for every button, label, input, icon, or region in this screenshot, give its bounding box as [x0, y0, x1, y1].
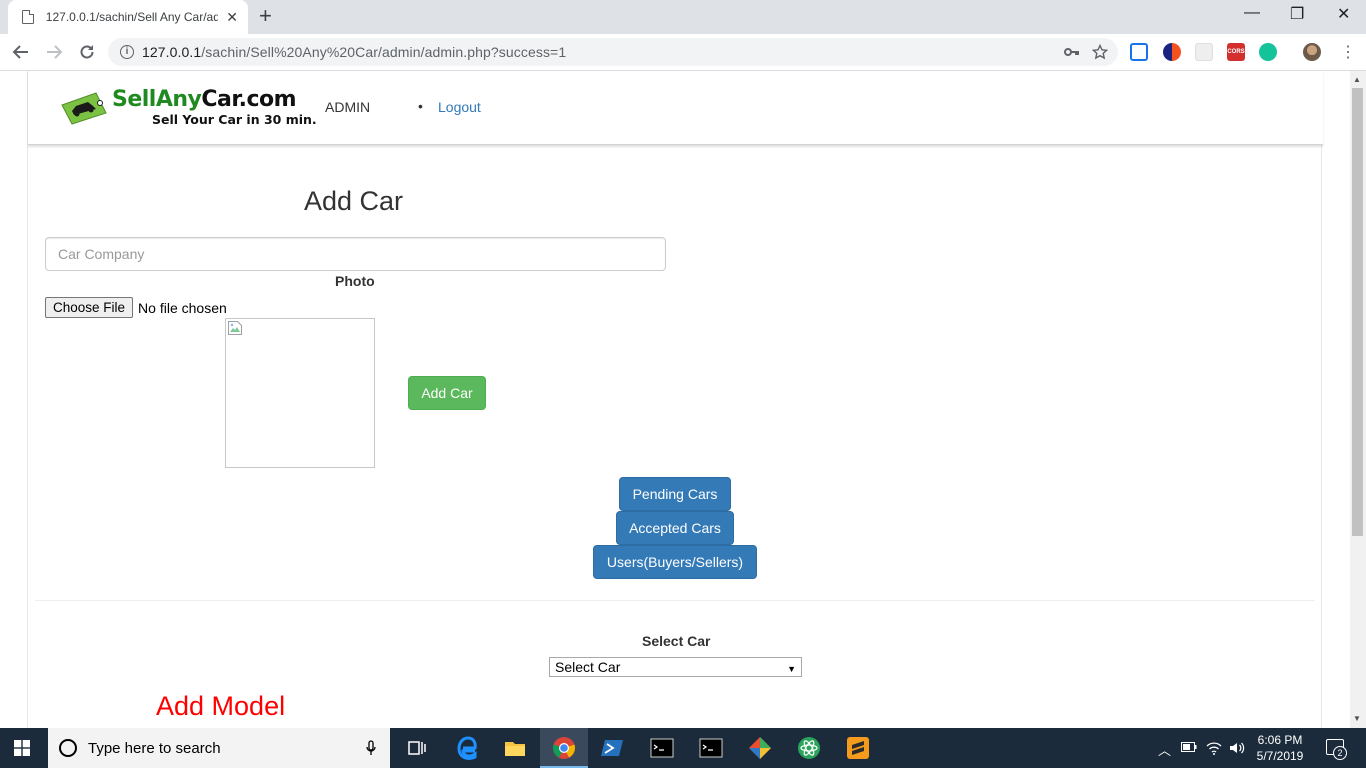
scroll-up-icon[interactable]: ▲ [1353, 75, 1361, 84]
scrollbar-thumb[interactable] [1352, 88, 1363, 536]
browser-tab-bar: 127.0.0.1/sachin/Sell Any Car/adm ✕ + — … [0, 0, 1366, 34]
sellanycar-logo[interactable]: SellAnyCar.com Sell Your Car in 30 min. [60, 85, 320, 129]
git-icon[interactable] [748, 736, 772, 760]
powershell-icon[interactable] [601, 736, 625, 760]
atom-icon[interactable] [797, 736, 821, 760]
photo-preview [225, 318, 375, 468]
task-view-icon[interactable] [404, 736, 428, 760]
dropdown-arrow-icon: ▼ [787, 664, 796, 674]
logout-link[interactable]: Logout [438, 99, 481, 115]
pending-cars-button[interactable]: Pending Cars [619, 477, 731, 511]
browser-tab[interactable]: 127.0.0.1/sachin/Sell Any Car/adm ✕ [8, 0, 248, 34]
profile-avatar[interactable] [1303, 43, 1321, 61]
cmd-icon-2[interactable] [699, 736, 723, 760]
translate-icon[interactable] [1130, 43, 1148, 61]
broken-image-icon [228, 321, 242, 335]
tab-close-icon[interactable]: ✕ [226, 9, 238, 26]
blank-ext-icon[interactable] [1195, 43, 1213, 61]
minimize-button[interactable]: — [1244, 4, 1260, 22]
star-icon[interactable] [1092, 44, 1108, 60]
cortana-icon [59, 739, 77, 757]
nav-bullet: • [418, 98, 423, 114]
clock-date: 5/7/2019 [1256, 749, 1304, 763]
taskbar-search-box[interactable]: Type here to search [48, 728, 390, 768]
page-container: SellAnyCar.com Sell Your Car in 30 min. … [27, 71, 1323, 728]
back-arrow-icon[interactable] [12, 43, 30, 61]
address-bar[interactable]: i 127.0.0.1/sachin/Sell%20Any%20Car/admi… [108, 38, 1118, 66]
logo-tagline: Sell Your Car in 30 min. [152, 112, 317, 127]
add-car-heading: Add Car [304, 186, 404, 216]
microphone-icon[interactable] [366, 740, 376, 756]
grammarly-icon[interactable] [1259, 43, 1277, 61]
menu-kebab-icon[interactable]: ⋮ [1340, 42, 1356, 62]
accepted-cars-button[interactable]: Accepted Cars [616, 511, 734, 545]
select-car-value: Select Car [555, 659, 621, 675]
car-company-input[interactable] [45, 237, 666, 271]
windows-taskbar: Type here to search ︿ 6:06 PM 5/7/2019 2 [0, 728, 1366, 768]
photo-label: Photo [335, 273, 375, 289]
site-info-icon[interactable]: i [120, 45, 134, 59]
chrome-icon[interactable] [552, 736, 576, 760]
tray-chevron-icon[interactable]: ︿ [1158, 740, 1171, 759]
cmd-icon[interactable] [650, 736, 674, 760]
address-url: 127.0.0.1/sachin/Sell%20Any%20Car/admin/… [142, 44, 567, 60]
forward-arrow-icon[interactable] [45, 43, 63, 61]
scroll-down-icon[interactable]: ▼ [1353, 714, 1361, 723]
logo-wordmark: SellAnyCar.com [112, 87, 297, 112]
sublime-icon[interactable] [846, 736, 870, 760]
web-page: SellAnyCar.com Sell Your Car in 30 min. … [0, 71, 1350, 728]
tab-title: 127.0.0.1/sachin/Sell Any Car/adm [45, 10, 219, 24]
add-car-button[interactable]: Add Car [408, 376, 486, 410]
section-divider [35, 600, 1315, 601]
add-model-heading: Add Model [156, 691, 286, 721]
sync-icon[interactable] [1163, 43, 1181, 61]
battery-icon[interactable] [1181, 742, 1197, 752]
taskbar-clock[interactable]: 6:06 PM 5/7/2019 [1252, 732, 1308, 764]
select-car-label: Select Car [642, 633, 711, 649]
clock-time: 6:06 PM [1257, 733, 1303, 747]
photo-file-input: Choose File No file chosen [45, 297, 227, 318]
windows-start-icon[interactable] [14, 740, 30, 756]
site-header: SellAnyCar.com Sell Your Car in 30 min. … [28, 71, 1323, 145]
browser-toolbar: i 127.0.0.1/sachin/Sell%20Any%20Car/admi… [0, 34, 1366, 71]
reload-icon[interactable] [78, 43, 96, 61]
car-tag-logo-icon [61, 92, 107, 125]
select-car-dropdown[interactable]: Select Car ▼ [549, 657, 802, 677]
restore-button[interactable]: ❐ [1290, 4, 1304, 24]
admin-label: ADMIN [325, 99, 371, 115]
cors-icon[interactable]: CORS [1227, 43, 1245, 61]
taskbar-search-text: Type here to search [88, 739, 221, 757]
wifi-icon[interactable] [1206, 740, 1222, 756]
edge-icon[interactable] [455, 736, 479, 760]
volume-icon[interactable] [1229, 740, 1245, 756]
choose-file-button[interactable]: Choose File [45, 297, 134, 318]
new-tab-button[interactable]: + [259, 5, 272, 27]
no-file-chosen-text: No file chosen [138, 299, 227, 316]
file-explorer-icon[interactable] [503, 736, 527, 760]
users-buyers-sellers-button[interactable]: Users(Buyers/Sellers) [593, 545, 757, 579]
key-icon[interactable] [1064, 45, 1080, 59]
notification-count-badge: 2 [1333, 746, 1347, 760]
page-icon [22, 10, 34, 24]
window-close-button[interactable]: ✕ [1337, 4, 1350, 24]
